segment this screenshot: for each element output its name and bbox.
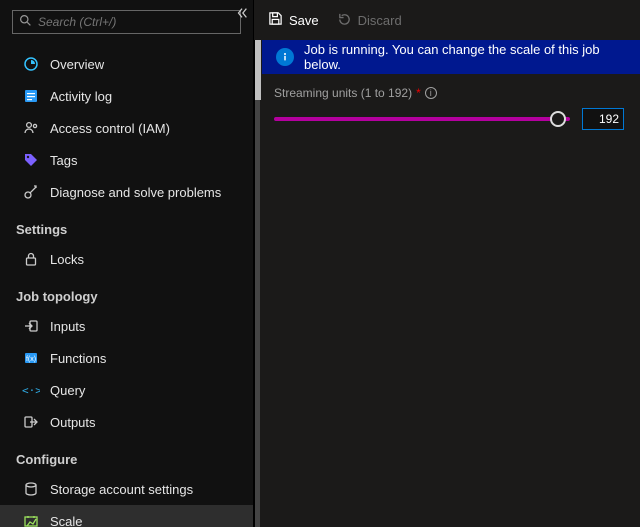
sidebar-item-label: Outputs <box>50 415 96 430</box>
sidebar-item-locks[interactable]: Locks <box>0 243 253 275</box>
search-input[interactable] <box>38 15 234 29</box>
scale-content: Streaming units (1 to 192) * i <box>254 74 640 130</box>
sidebar-item-label: Inputs <box>50 319 85 334</box>
access-control-icon <box>22 119 40 137</box>
slider-track <box>274 117 570 121</box>
field-info-icon[interactable]: i <box>425 87 437 99</box>
sidebar: Overview Activity log Access control (IA… <box>0 0 254 527</box>
sidebar-item-label: Diagnose and solve problems <box>50 185 221 200</box>
save-button[interactable]: Save <box>268 11 319 29</box>
info-bar-message: Job is running. You can change the scale… <box>304 42 626 72</box>
functions-icon: f(x) <box>22 349 40 367</box>
storage-icon <box>22 480 40 498</box>
sidebar-item-access-control[interactable]: Access control (IAM) <box>0 112 253 144</box>
search-box[interactable] <box>12 10 241 34</box>
overview-icon <box>22 55 40 73</box>
discard-button-label: Discard <box>358 13 402 28</box>
save-button-label: Save <box>289 13 319 28</box>
required-indicator: * <box>416 86 421 100</box>
scale-icon <box>22 512 40 527</box>
sidebar-item-label: Storage account settings <box>50 482 193 497</box>
sidebar-item-tags[interactable]: Tags <box>0 144 253 176</box>
diagnose-icon <box>22 183 40 201</box>
streaming-units-input[interactable] <box>582 108 624 130</box>
sidebar-item-scale[interactable]: Scale <box>0 505 253 527</box>
streaming-units-control <box>274 108 624 130</box>
collapse-sidebar-icon[interactable] <box>235 6 249 23</box>
sidebar-section-settings: Settings <box>0 208 253 243</box>
sidebar-item-outputs[interactable]: Outputs <box>0 406 253 438</box>
info-bar: Job is running. You can change the scale… <box>262 40 640 74</box>
sidebar-item-overview[interactable]: Overview <box>0 48 253 80</box>
vertical-scrollbar[interactable] <box>254 40 260 527</box>
svg-text:f(x): f(x) <box>26 356 36 363</box>
discard-button: Discard <box>337 11 402 29</box>
main-panel: Save Discard Job is running. You can cha… <box>254 0 640 527</box>
svg-text:<·>: <·> <box>22 384 40 397</box>
tags-icon <box>22 151 40 169</box>
search-row <box>0 0 253 42</box>
sidebar-item-label: Activity log <box>50 89 112 104</box>
sidebar-item-diagnose[interactable]: Diagnose and solve problems <box>0 176 253 208</box>
streaming-units-label: Streaming units (1 to 192) <box>274 86 412 100</box>
sidebar-item-inputs[interactable]: Inputs <box>0 310 253 342</box>
activity-log-icon <box>22 87 40 105</box>
inputs-icon <box>22 317 40 335</box>
sidebar-item-query[interactable]: <·> Query <box>0 374 253 406</box>
sidebar-item-label: Tags <box>50 153 77 168</box>
scrollbar-thumb[interactable] <box>255 40 261 100</box>
sidebar-item-label: Functions <box>50 351 106 366</box>
sidebar-item-label: Access control (IAM) <box>50 121 170 136</box>
outputs-icon <box>22 413 40 431</box>
sidebar-section-topology: Job topology <box>0 275 253 310</box>
info-icon <box>276 48 294 66</box>
query-icon: <·> <box>22 381 40 399</box>
sidebar-item-label: Locks <box>50 252 84 267</box>
sidebar-item-label: Query <box>50 383 85 398</box>
search-icon <box>19 14 32 30</box>
sidebar-item-functions[interactable]: f(x) Functions <box>0 342 253 374</box>
discard-icon <box>337 11 352 29</box>
sidebar-item-label: Overview <box>50 57 104 72</box>
sidebar-item-label: Scale <box>50 514 83 527</box>
save-icon <box>268 11 283 29</box>
streaming-units-label-row: Streaming units (1 to 192) * i <box>274 86 624 100</box>
slider-thumb[interactable] <box>550 111 566 127</box>
toolbar: Save Discard <box>254 0 640 40</box>
sidebar-item-activity-log[interactable]: Activity log <box>0 80 253 112</box>
sidebar-item-storage-settings[interactable]: Storage account settings <box>0 473 253 505</box>
sidebar-nav: Overview Activity log Access control (IA… <box>0 42 253 527</box>
streaming-units-slider[interactable] <box>274 110 570 128</box>
sidebar-section-configure: Configure <box>0 438 253 473</box>
lock-icon <box>22 250 40 268</box>
